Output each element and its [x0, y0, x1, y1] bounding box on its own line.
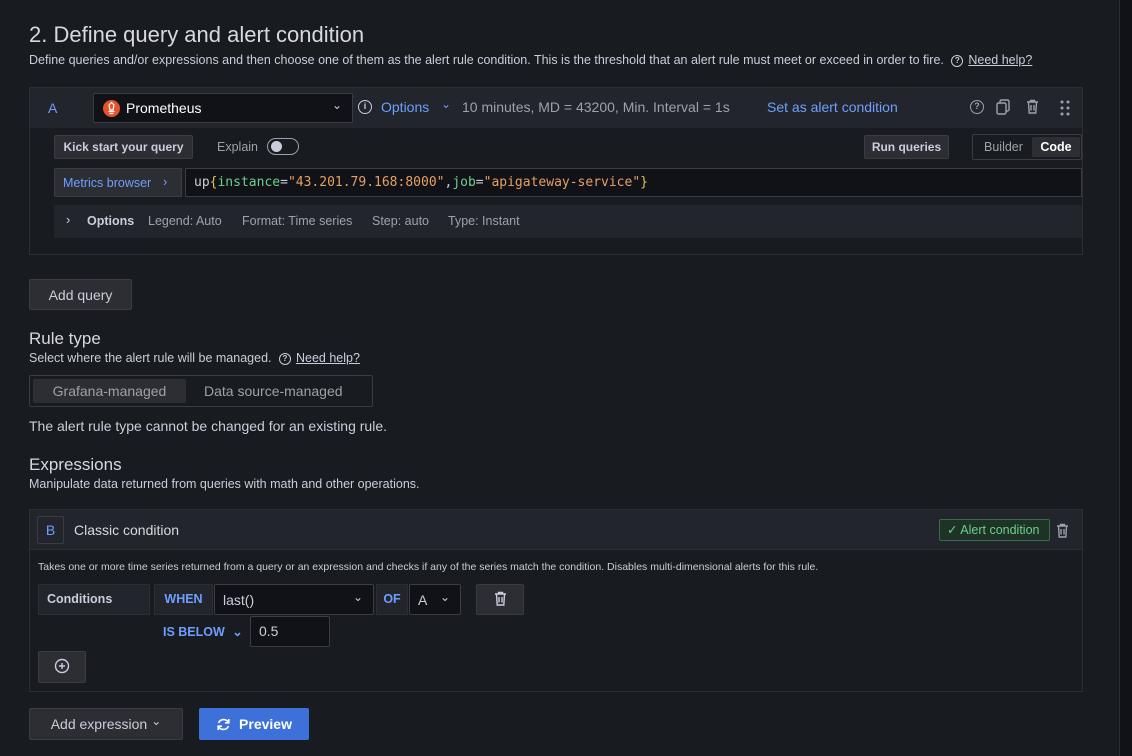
- expr-metric: up: [194, 175, 210, 190]
- evaluator-select[interactable]: IS BELOW ⌄: [154, 618, 246, 646]
- threshold-input[interactable]: 0.5: [250, 616, 330, 647]
- query-header: A Prometheus ⌄ i Options ⌄ 10 minutes, M…: [30, 88, 1082, 128]
- expression-ref-id[interactable]: B: [37, 516, 64, 544]
- section-description-text: Define queries and/or expressions and th…: [29, 53, 944, 67]
- check-icon: ✓: [947, 523, 958, 537]
- rule-type-description-text: Select where the alert rule will be mana…: [29, 351, 272, 365]
- drag-handle-icon[interactable]: [1060, 100, 1070, 121]
- expression-card-header: B Classic condition ✓ Alert condition: [30, 510, 1082, 550]
- mode-builder-option[interactable]: Builder: [984, 140, 1023, 154]
- expr-brace-close: }: [640, 175, 648, 190]
- editor-mode-switch: Builder Code: [972, 134, 1082, 160]
- query-panel: A Prometheus ⌄ i Options ⌄ 10 minutes, M…: [29, 87, 1083, 255]
- explain-toggle[interactable]: [267, 138, 299, 155]
- run-queries-button[interactable]: Run queries: [864, 135, 949, 159]
- add-expression-button[interactable]: Add expression ⌄: [29, 708, 183, 740]
- expr-value-job: "apigateway-service": [483, 175, 641, 190]
- query-options-row[interactable]: › Options Legend: Auto Format: Time seri…: [54, 205, 1082, 238]
- rule-type-help-link[interactable]: Need help?: [296, 351, 360, 365]
- expr-equals: =: [475, 175, 484, 190]
- prometheus-logo-icon: [103, 100, 120, 117]
- rule-type-note: The alert rule type cannot be changed fo…: [29, 418, 387, 434]
- alert-condition-badge: ✓ Alert condition: [939, 519, 1050, 541]
- mode-code-option[interactable]: Code: [1032, 137, 1080, 157]
- expr-label-job: job: [452, 175, 476, 190]
- expr-value-instance: "43.201.79.168:8000": [287, 175, 445, 190]
- step-option: Step: auto: [372, 214, 429, 228]
- help-icon[interactable]: ?: [970, 100, 984, 114]
- expression-card: B Classic condition ✓ Alert condition Ta…: [29, 509, 1083, 692]
- conditions-label: Conditions: [38, 584, 150, 615]
- of-label: OF: [376, 584, 408, 615]
- add-query-button[interactable]: Add query: [29, 279, 132, 310]
- metrics-browser-button[interactable]: Metrics browser ›: [54, 168, 182, 197]
- expr-equals: =: [280, 175, 288, 190]
- trash-icon[interactable]: [1056, 523, 1069, 543]
- section-title: 2. Define query and alert condition: [29, 22, 365, 47]
- reducer-value: last(): [223, 592, 255, 608]
- datasource-picker[interactable]: Prometheus ⌄: [93, 93, 353, 123]
- expr-label-instance: instance: [217, 175, 281, 190]
- toggle-knob: [271, 141, 282, 152]
- chevron-down-icon: ⌄: [441, 97, 452, 111]
- add-condition-button[interactable]: [38, 651, 86, 683]
- help-icon: ?: [951, 54, 964, 67]
- duplicate-icon[interactable]: [996, 99, 1010, 120]
- query-ref-value: A: [418, 592, 428, 608]
- chevron-down-icon: ⌄: [151, 714, 162, 728]
- section-description: Define queries and/or expressions and th…: [29, 53, 1032, 67]
- preview-label: Preview: [239, 716, 292, 732]
- kick-start-button[interactable]: Kick start your query: [54, 135, 193, 159]
- chevron-down-icon: ⌄: [232, 625, 243, 639]
- rule-type-title: Rule type: [29, 329, 101, 348]
- chevron-right-icon: ›: [163, 174, 168, 189]
- query-options-toggle[interactable]: Options: [381, 99, 429, 115]
- evaluator-label: IS BELOW: [163, 625, 225, 639]
- alert-condition-badge-label: Alert condition: [960, 523, 1040, 537]
- remove-condition-button[interactable]: [476, 584, 524, 615]
- type-option: Type: Instant: [448, 214, 520, 228]
- datasource-name: Prometheus: [126, 100, 202, 116]
- rule-type-radio-group: Grafana-managed Data source-managed: [29, 375, 373, 407]
- section-help-link[interactable]: Need help?: [968, 53, 1032, 67]
- page: 2. Define query and alert condition Defi…: [0, 0, 1120, 756]
- expression-type-title: Classic condition: [74, 522, 180, 538]
- chevron-right-icon: ›: [66, 212, 71, 227]
- help-icon: ?: [278, 352, 291, 365]
- trash-icon[interactable]: [1026, 99, 1039, 119]
- expressions-description: Manipulate data returned from queries wi…: [29, 477, 420, 491]
- trash-icon: [494, 591, 507, 609]
- set-alert-condition-link[interactable]: Set as alert condition: [767, 99, 898, 115]
- expressions-title: Expressions: [29, 455, 122, 474]
- query-options-summary: 10 minutes, MD = 43200, Min. Interval = …: [462, 99, 730, 115]
- metrics-browser-label: Metrics browser: [63, 176, 152, 190]
- legend-option: Legend: Auto: [148, 214, 222, 228]
- expression-help-text: Takes one or more time series returned f…: [38, 561, 819, 573]
- chevron-down-icon: ⌄: [440, 590, 451, 604]
- query-options-title: Options: [87, 214, 135, 228]
- refresh-icon: [216, 717, 231, 732]
- reducer-select[interactable]: last() ⌄: [214, 584, 374, 615]
- plus-circle-icon: [54, 658, 70, 677]
- chevron-down-icon: ⌄: [332, 98, 343, 112]
- explain-label: Explain: [217, 140, 258, 154]
- query-expression-editor[interactable]: up{instance="43.201.79.168:8000",job="ap…: [185, 168, 1082, 197]
- datasource-managed-option[interactable]: Data source-managed: [204, 383, 343, 399]
- info-icon: i: [358, 100, 372, 114]
- query-ref-id[interactable]: A: [48, 100, 57, 116]
- when-label: WHEN: [154, 584, 213, 615]
- chevron-down-icon: ⌄: [353, 590, 364, 604]
- format-option: Format: Time series: [242, 214, 353, 228]
- query-ref-select[interactable]: A ⌄: [409, 584, 461, 615]
- add-expression-label: Add expression: [50, 716, 148, 732]
- preview-button[interactable]: Preview: [199, 708, 309, 740]
- rule-type-description: Select where the alert rule will be mana…: [29, 351, 360, 365]
- grafana-managed-option[interactable]: Grafana-managed: [33, 379, 186, 403]
